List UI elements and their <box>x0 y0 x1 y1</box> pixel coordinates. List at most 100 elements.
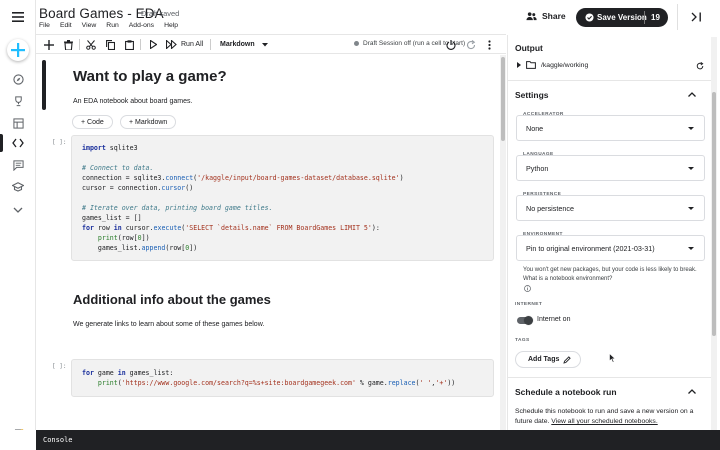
paste-button[interactable] <box>125 38 134 51</box>
save-version-button[interactable]: Save Version 19 <box>576 8 668 27</box>
console-label: Console <box>43 436 73 444</box>
folder-icon <box>526 61 536 69</box>
active-cell-indicator <box>42 60 46 110</box>
markdown-heading-2: Additional info about the games <box>73 292 271 307</box>
persistence-select[interactable]: No persistence <box>516 195 705 221</box>
run-all-label: Run All <box>181 41 204 48</box>
mouse-cursor-icon <box>609 353 616 363</box>
menu-add-ons[interactable]: Add-ons <box>129 22 154 29</box>
cell-prompt: [ ]: <box>52 363 67 370</box>
settings-title: Settings <box>515 90 549 100</box>
notebook-scrollbar-thumb[interactable] <box>501 57 505 141</box>
share-label: Share <box>542 11 566 21</box>
table-icon[interactable] <box>0 112 36 134</box>
collapse-panel-icon <box>691 12 701 22</box>
save-version-label: Save Version <box>597 13 647 22</box>
accelerator-select[interactable]: None <box>516 115 705 141</box>
menu-file[interactable]: File <box>39 22 50 29</box>
language-select[interactable]: Python <box>516 155 705 181</box>
share-button[interactable]: Share <box>526 11 566 21</box>
add-cell-button[interactable] <box>44 38 54 51</box>
output-path: /kaggle/working <box>541 61 589 69</box>
comment-icon[interactable] <box>0 154 36 176</box>
info-icon[interactable] <box>524 285 531 292</box>
more-vert-icon <box>488 39 491 50</box>
left-nav-rail <box>0 0 36 440</box>
share-icon <box>526 12 537 21</box>
menu-icon[interactable] <box>0 6 36 28</box>
add-tags-label: Add Tags <box>528 356 560 363</box>
language-value: Python <box>526 163 549 173</box>
compass-icon[interactable] <box>0 68 36 90</box>
power-button[interactable] <box>446 38 456 51</box>
restart-button[interactable] <box>466 38 476 51</box>
copy-button[interactable] <box>106 38 115 51</box>
panel-scrollbar-thumb[interactable] <box>712 92 716 336</box>
more-options-button[interactable] <box>488 38 491 51</box>
add-code-cell-button[interactable]: + Code <box>72 115 113 129</box>
accelerator-value: None <box>526 123 544 133</box>
run-all-button[interactable]: Run All <box>166 38 203 51</box>
add-markdown-cell-button[interactable]: + Markdown <box>120 115 177 129</box>
add-tags-button[interactable]: Add Tags <box>515 351 581 368</box>
caret-down-icon <box>688 247 694 250</box>
environment-note: You won't get new packages, but your cod… <box>523 267 697 282</box>
code-icon[interactable] <box>0 132 36 154</box>
markdown-heading-1: Want to play a game? <box>73 68 227 85</box>
clipboard-icon <box>125 39 134 50</box>
draft-status: Draft saved <box>141 9 180 18</box>
caret-down-icon <box>688 167 694 170</box>
collapse-panel-button[interactable] <box>681 7 711 27</box>
panel-scrollbar[interactable] <box>711 37 717 430</box>
refresh-icon[interactable] <box>696 62 704 70</box>
panel-divider <box>508 377 711 378</box>
session-status-dot <box>354 41 359 46</box>
cell-type-value: Markdown <box>220 41 255 48</box>
play-icon <box>150 40 157 49</box>
code-cell-2[interactable]: for game in games_list: print('https://w… <box>71 359 494 397</box>
cell-type-select[interactable]: Markdown <box>220 38 268 51</box>
school-icon[interactable] <box>0 176 36 198</box>
chevron-up-icon[interactable] <box>688 389 696 394</box>
save-separator <box>644 11 645 24</box>
menu-edit[interactable]: Edit <box>60 22 72 29</box>
cell-prompt: [ ]: <box>52 139 67 146</box>
schedule-description: Schedule this notebook to run and save a… <box>515 407 709 427</box>
trophy-icon[interactable] <box>0 90 36 112</box>
toolbar-divider <box>79 39 80 50</box>
chevron-right-icon <box>517 62 521 68</box>
output-folder[interactable]: /kaggle/working <box>517 61 588 69</box>
scissors-icon <box>86 39 96 50</box>
code-cell-1[interactable]: import sqlite3 # Connect to data. connec… <box>71 135 494 261</box>
scheduled-notebooks-link[interactable]: View all your scheduled notebooks. <box>551 418 657 425</box>
internet-toggle[interactable] <box>517 315 533 325</box>
copy-icon <box>106 39 115 50</box>
code-cell-2-source: for game in games_list: print('https://w… <box>82 369 456 387</box>
delete-cell-button[interactable] <box>64 38 73 51</box>
notebook-scrollbar[interactable] <box>500 55 506 430</box>
internet-toggle-knob <box>524 315 533 325</box>
menu-help[interactable]: Help <box>164 22 178 29</box>
chevron-up-icon[interactable] <box>688 92 696 97</box>
menu-view[interactable]: View <box>82 22 97 29</box>
console-bar[interactable]: Console <box>36 430 720 450</box>
chevron-down-icon[interactable] <box>0 199 36 221</box>
toolbar-divider <box>210 39 211 50</box>
version-count[interactable]: 19 <box>651 13 660 22</box>
cut-button[interactable] <box>86 38 96 51</box>
run-all-icon <box>166 40 177 49</box>
environment-value: Pin to original environment (2021-03-31) <box>526 243 655 253</box>
caret-down-icon <box>261 42 268 46</box>
info-text: We generate links to learn about some of… <box>73 321 265 328</box>
save-icon <box>585 13 594 22</box>
code-cell-1-source: import sqlite3 # Connect to data. connec… <box>82 144 404 252</box>
notebook-editor[interactable]: Want to play a game? An EDA notebook abo… <box>36 55 506 430</box>
rail-bottom <box>0 430 36 450</box>
menu-run[interactable]: Run <box>106 22 118 29</box>
run-cell-button[interactable] <box>150 38 157 51</box>
caret-down-icon <box>688 207 694 210</box>
create-button[interactable] <box>7 39 29 61</box>
environment-select[interactable]: Pin to original environment (2021-03-31) <box>516 235 705 261</box>
toolbar-divider <box>140 39 141 50</box>
schedule-title: Schedule a notebook run <box>515 387 617 397</box>
